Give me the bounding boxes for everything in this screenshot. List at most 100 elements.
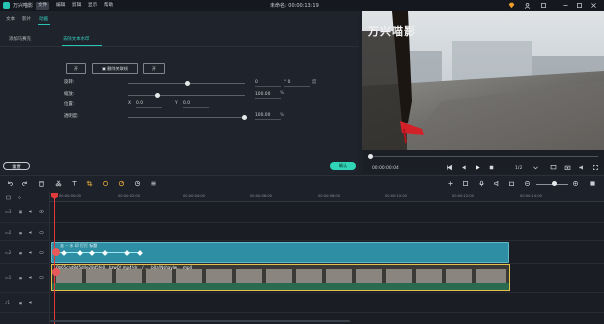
minimize-icon[interactable] xyxy=(562,2,569,9)
position-y-label: Y xyxy=(175,101,178,106)
position-x-input[interactable]: 0.0 xyxy=(136,100,162,108)
opacity-input[interactable]: 100.00 xyxy=(255,112,281,120)
menu-clip[interactable]: 剪辑 xyxy=(70,2,83,10)
scale-input[interactable]: 100.00 xyxy=(255,91,281,99)
visibility-icon[interactable] xyxy=(39,209,44,214)
display-icon[interactable] xyxy=(550,164,557,171)
menu-view[interactable]: 显示 xyxy=(86,2,99,10)
zoom-slider-knob[interactable] xyxy=(552,181,557,186)
tab-video[interactable]: 影片 xyxy=(22,16,31,22)
duration-icon[interactable] xyxy=(134,180,141,187)
fit-timeline-icon[interactable] xyxy=(589,180,596,187)
preview-progress-bar[interactable] xyxy=(368,156,598,157)
rotation-unit: 度 xyxy=(312,80,317,85)
ruler-tick: 00:00:14:00 xyxy=(520,194,542,198)
playhead-marker[interactable] xyxy=(52,248,60,256)
prev-frame-icon[interactable] xyxy=(446,164,453,171)
position-x-label: X xyxy=(128,101,132,106)
menu-edit[interactable]: 编辑 xyxy=(54,2,67,10)
ok-button[interactable]: 确认 xyxy=(330,162,356,170)
app-name: 万兴喵影 xyxy=(13,3,34,9)
tab-text[interactable]: 文本 xyxy=(6,16,15,22)
opacity-slider[interactable] xyxy=(128,117,245,118)
notification-icon[interactable] xyxy=(540,2,547,9)
mute-icon[interactable] xyxy=(28,250,33,255)
fullscreen-icon[interactable] xyxy=(592,164,599,171)
microphone-icon[interactable] xyxy=(478,180,485,187)
speed-icon[interactable] xyxy=(118,180,125,187)
scale-slider-knob[interactable] xyxy=(155,93,160,98)
volume-icon[interactable] xyxy=(578,164,585,171)
menu-help[interactable]: 帮助 xyxy=(102,2,115,10)
playhead-marker[interactable] xyxy=(52,268,60,276)
snapshot-icon[interactable] xyxy=(564,164,571,171)
delete-icon[interactable] xyxy=(38,180,45,187)
rotation-input[interactable]: 0 xyxy=(255,79,281,87)
chevron-down-icon[interactable] xyxy=(532,164,539,171)
delete-watermark-button[interactable]: ▣ 删除关联帧 xyxy=(92,63,138,74)
visibility-icon[interactable] xyxy=(39,250,44,255)
stop-icon[interactable] xyxy=(488,164,495,171)
rotation-slider-knob[interactable] xyxy=(185,81,190,86)
tab-animation[interactable]: 动画 xyxy=(39,16,48,22)
track-2-icon: ▭2 xyxy=(5,230,12,235)
close-icon[interactable] xyxy=(590,2,597,9)
lock-icon[interactable] xyxy=(18,209,23,214)
timeline-scrollbar[interactable] xyxy=(50,320,350,322)
subtab-remove-watermark[interactable]: 去除文本水印 xyxy=(63,36,89,42)
menu-file[interactable]: 文件 xyxy=(36,1,50,10)
color-icon[interactable] xyxy=(102,180,109,187)
visibility-icon[interactable] xyxy=(39,275,44,280)
track-row-audio xyxy=(0,293,604,313)
scale-label: 缩放: xyxy=(64,92,75,97)
preview-progress-knob[interactable] xyxy=(368,154,373,159)
subtab-mosaic[interactable]: 添加马赛克 xyxy=(9,36,31,42)
undo-icon[interactable] xyxy=(7,180,14,187)
rotation-value-2: 0 xyxy=(287,80,291,85)
voiceover-icon[interactable] xyxy=(493,180,500,187)
mute-icon[interactable] xyxy=(28,209,33,214)
add-track-icon[interactable] xyxy=(6,195,11,200)
position-y-input[interactable]: 0.0 xyxy=(183,100,209,108)
preview-watermark-title: 万兴喵影 xyxy=(368,25,416,38)
sub-tab-bar xyxy=(0,27,359,47)
track-row-2 xyxy=(0,223,604,241)
render-icon[interactable] xyxy=(447,180,454,187)
zoom-in-icon[interactable] xyxy=(572,180,579,187)
ruler-tick: 00:00:08:00 xyxy=(318,194,340,198)
lock-icon[interactable] xyxy=(18,250,23,255)
account-icon[interactable] xyxy=(524,2,531,9)
project-title: 未命名: 00:00:13:19 xyxy=(270,3,319,9)
mute-icon[interactable] xyxy=(28,300,33,305)
marker-icon[interactable] xyxy=(462,180,469,187)
premium-icon[interactable] xyxy=(508,2,515,9)
lock-icon[interactable] xyxy=(18,230,23,235)
active-subtab-indicator xyxy=(62,45,102,46)
playhead-line[interactable] xyxy=(54,194,55,324)
visibility-icon[interactable] xyxy=(39,230,44,235)
mute-icon[interactable] xyxy=(28,275,33,280)
snapshot-tool-icon[interactable] xyxy=(508,180,515,187)
link-icon[interactable] xyxy=(17,195,22,200)
playback-ratio[interactable]: 1/2 xyxy=(515,166,522,171)
zoom-out-icon[interactable] xyxy=(524,180,531,187)
cut-icon[interactable] xyxy=(55,180,62,187)
keyframe-button[interactable]: 开 xyxy=(143,63,165,74)
text-tool-icon[interactable] xyxy=(71,180,78,187)
effect-clip-label: 去 -- 水 印 打打 标题 xyxy=(60,243,98,248)
toggle-button[interactable]: 开 xyxy=(66,63,86,74)
redo-icon[interactable] xyxy=(21,180,28,187)
rotation-input-2[interactable]: ° 0 xyxy=(284,79,310,87)
play-icon[interactable] xyxy=(474,164,481,171)
reset-button[interactable]: 重置 xyxy=(3,162,30,170)
audio-mix-icon[interactable] xyxy=(150,180,157,187)
mute-icon[interactable] xyxy=(28,230,33,235)
scale-slider[interactable] xyxy=(128,95,245,96)
rotation-label: 旋转: xyxy=(64,80,75,85)
lock-icon[interactable] xyxy=(18,275,23,280)
opacity-slider-knob[interactable] xyxy=(242,115,247,120)
maximize-icon[interactable] xyxy=(576,2,583,9)
crop-icon[interactable] xyxy=(86,180,93,187)
step-back-icon[interactable] xyxy=(460,164,467,171)
lock-icon[interactable] xyxy=(18,300,23,305)
